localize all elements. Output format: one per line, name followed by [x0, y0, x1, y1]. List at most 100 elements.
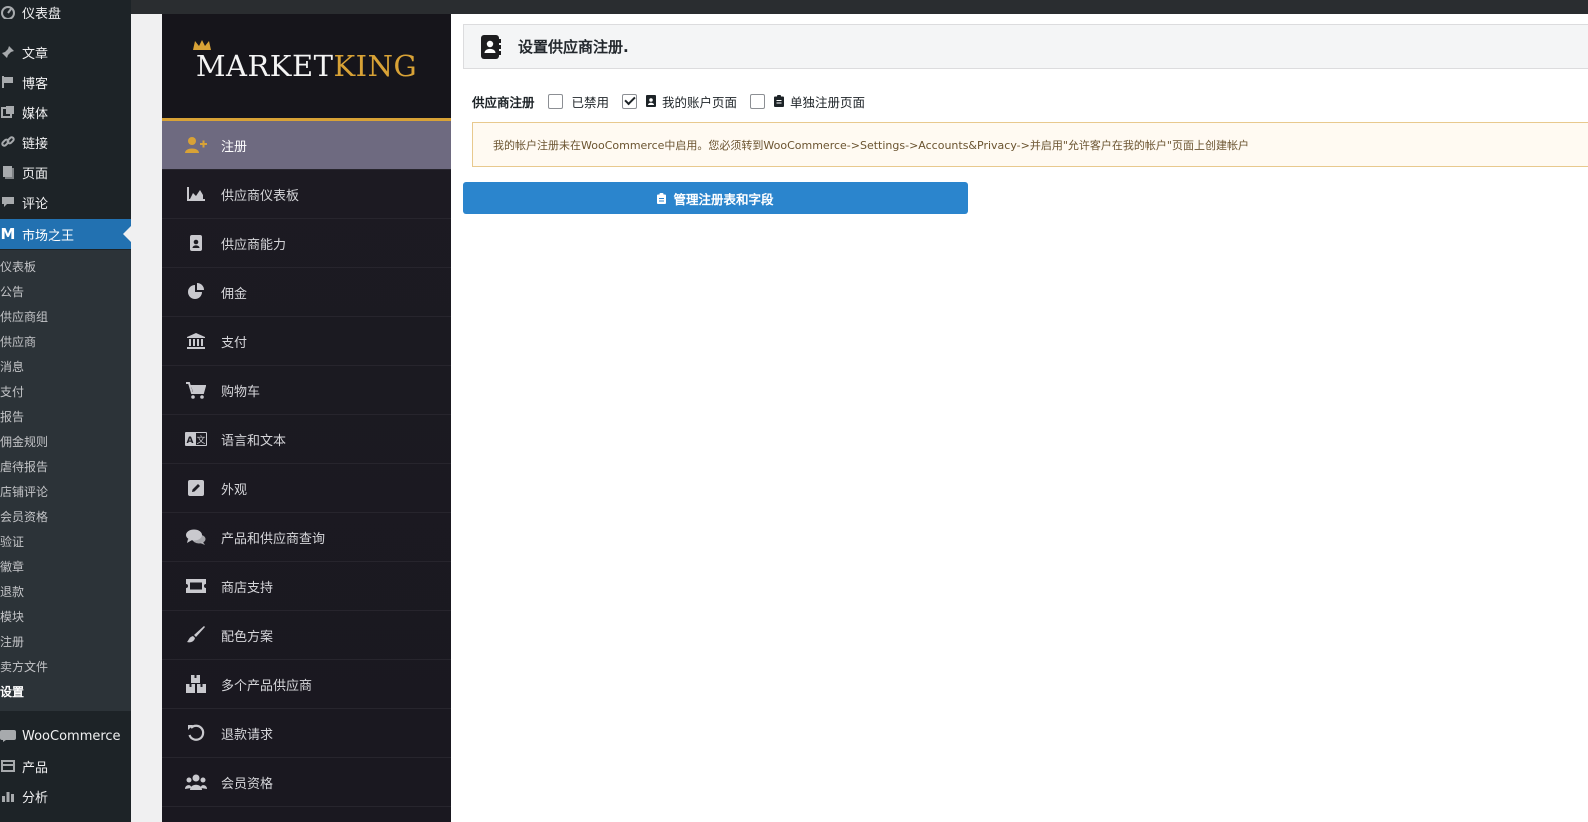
- mk-menu-appearance[interactable]: 外观: [162, 464, 451, 513]
- wp-menu-comments[interactable]: 评论: [0, 187, 131, 217]
- wp-submenu-item[interactable]: 虐待报告: [0, 454, 131, 478]
- comments-icon: [185, 528, 207, 546]
- wp-submenu-item[interactable]: 供应商: [0, 329, 131, 353]
- wp-menu-dashboard[interactable]: 仪表盘: [0, 0, 131, 27]
- wp-submenu-item[interactable]: 模块: [0, 604, 131, 628]
- mk-menu-multi-product-vendors[interactable]: 多个产品供应商: [162, 660, 451, 709]
- wp-submenu-item[interactable]: 徽章: [0, 554, 131, 578]
- mk-menu-label: 注册: [221, 139, 248, 155]
- edit-icon: [185, 479, 207, 497]
- wp-menu-label: 博客: [22, 76, 49, 92]
- wp-menu-label: 产品: [22, 760, 49, 776]
- brush-icon: [185, 626, 207, 644]
- flag-icon: [0, 74, 16, 90]
- id-badge-icon: [185, 234, 207, 252]
- option-label: 单独注册页面: [790, 94, 866, 110]
- mk-menu-store-support[interactable]: 商店支持: [162, 562, 451, 611]
- checkbox-my-account-page[interactable]: [622, 93, 638, 109]
- mk-menu-label: 产品和供应商查询: [221, 531, 326, 547]
- mk-menu-label: 配色方案: [221, 629, 274, 645]
- vendor-registration-label: 供应商注册: [472, 94, 535, 110]
- mk-menu-product-vendor-inquiries[interactable]: 产品和供应商查询: [162, 513, 451, 562]
- bank-icon: [185, 332, 207, 350]
- mk-menu-color-scheme[interactable]: 配色方案: [162, 611, 451, 660]
- mk-menu-registration[interactable]: 注册: [162, 121, 451, 170]
- wp-menu-label: WooCommerce: [22, 728, 121, 744]
- marketking-logo: MARKETKING: [162, 14, 451, 121]
- manage-button-label: 管理注册表和字段: [673, 191, 774, 207]
- wp-menu-pages[interactable]: 页面: [0, 157, 131, 187]
- wp-menu-blog[interactable]: 博客: [0, 67, 131, 97]
- wp-menu-woocommerce[interactable]: WooCommerce: [0, 721, 131, 751]
- wp-submenu-item[interactable]: 卖方文件: [0, 654, 131, 678]
- page-icon: [0, 164, 16, 180]
- undo-icon: [185, 724, 207, 742]
- mk-menu-vendor-capabilities[interactable]: 供应商能力: [162, 219, 451, 268]
- checkbox-disabled[interactable]: [547, 93, 563, 109]
- wp-menu-marketking[interactable]: M 市场之王: [0, 219, 131, 249]
- wp-menu-media[interactable]: 媒体: [0, 97, 131, 127]
- logo-market: MARKET: [195, 49, 334, 83]
- mk-menu-label: 多个产品供应商: [221, 678, 313, 694]
- mk-menu-vendor-dashboard[interactable]: 供应商仪表板: [162, 170, 451, 219]
- woo-icon: [0, 728, 16, 744]
- user-plus-icon: [185, 136, 207, 154]
- settings-content: 设置供应商注册. 供应商注册 已禁用 我的账户页面 单独注册页面 我的帐户注册未…: [451, 14, 1588, 822]
- option-disabled[interactable]: 已禁用: [547, 92, 610, 111]
- pin-icon: [0, 44, 16, 60]
- wp-submenu-item[interactable]: 供应商组: [0, 304, 131, 328]
- woocommerce-registration-notice: 我的帐户注册未在WooCommerce中启用。您必须转到WooCommerce-…: [472, 122, 1588, 167]
- wp-submenu-item[interactable]: 公告: [0, 279, 131, 303]
- mk-menu-refund-requests[interactable]: 退款请求: [162, 709, 451, 758]
- mk-menu-label: 语言和文本: [221, 433, 287, 449]
- mk-menu-commissions[interactable]: 佣金: [162, 268, 451, 317]
- vendor-registration-options: 供应商注册 已禁用 我的账户页面 单独注册页面: [472, 91, 878, 111]
- mk-menu-language-text[interactable]: A文 语言和文本: [162, 415, 451, 464]
- option-separate-registration-page[interactable]: 单独注册页面: [750, 92, 865, 111]
- ticket-icon: [185, 577, 207, 595]
- clipboard-icon: [774, 95, 785, 107]
- mk-menu-label: 外观: [221, 482, 248, 498]
- option-my-account-page[interactable]: 我的账户页面: [622, 92, 737, 111]
- wp-submenu-item[interactable]: 支付: [0, 379, 131, 403]
- svg-text:文: 文: [196, 434, 205, 446]
- option-label: 已禁用: [571, 94, 610, 110]
- checkbox-separate-registration-page[interactable]: [750, 93, 766, 109]
- area-chart-icon: [185, 185, 207, 203]
- wp-submenu-item[interactable]: 消息: [0, 354, 131, 378]
- mk-menu-cart[interactable]: 购物车: [162, 366, 451, 415]
- mk-menu-label: 支付: [221, 335, 248, 351]
- cart-icon: [185, 381, 207, 399]
- wp-submenu-item[interactable]: 仪表板: [0, 254, 131, 278]
- product-icon: [0, 758, 16, 774]
- mk-menu-label: 供应商能力: [221, 237, 287, 253]
- wp-menu-label: 评论: [22, 196, 49, 212]
- mk-menu-label: 商店支持: [221, 580, 274, 596]
- manage-registration-forms-button[interactable]: 管理注册表和字段: [463, 182, 968, 214]
- option-label: 我的账户页面: [662, 94, 738, 110]
- wp-submenu-item[interactable]: 会员资格: [0, 504, 131, 528]
- media-icon: [0, 104, 16, 120]
- wp-submenu-item[interactable]: 佣金规则: [0, 429, 131, 453]
- wp-menu-posts[interactable]: 文章: [0, 37, 131, 67]
- wp-menu-products[interactable]: 产品: [0, 751, 131, 781]
- logo-wordmark: MARKETKING: [192, 40, 418, 83]
- wp-submenu-item-current[interactable]: 设置: [0, 679, 131, 703]
- wp-submenu-item[interactable]: 报告: [0, 404, 131, 428]
- wp-menu-analytics[interactable]: 分析: [0, 781, 131, 811]
- analytics-icon: [0, 788, 16, 804]
- comment-icon: [0, 194, 16, 210]
- wp-submenu-item[interactable]: 验证: [0, 529, 131, 553]
- wp-submenu-item[interactable]: 退款: [0, 579, 131, 603]
- wp-menu-label: 页面: [22, 166, 49, 182]
- wp-submenu-item[interactable]: 注册: [0, 629, 131, 653]
- logo-king: KING: [333, 49, 418, 83]
- admin-top-bar: [131, 0, 1588, 14]
- boxes-icon: [185, 675, 207, 693]
- clipboard-icon: [657, 192, 667, 204]
- mk-menu-payouts[interactable]: 支付: [162, 317, 451, 366]
- wp-menu-links[interactable]: 链接: [0, 127, 131, 157]
- wp-submenu-item[interactable]: 店铺评论: [0, 479, 131, 503]
- mk-menu-memberships[interactable]: 会员资格: [162, 758, 451, 807]
- pie-chart-icon: [185, 283, 207, 301]
